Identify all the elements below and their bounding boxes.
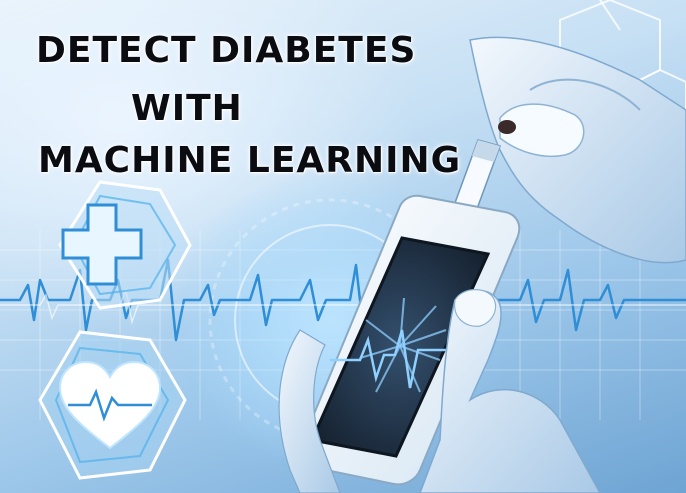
headline-line-2: WITH bbox=[131, 88, 243, 129]
scene-illustration bbox=[0, 0, 686, 493]
heart-pulse-icon bbox=[38, 330, 187, 480]
headline-line-3: MACHINE LEARNING bbox=[38, 140, 462, 181]
hero-banner: DETECT DIABETES WITH MACHINE LEARNING bbox=[0, 0, 686, 493]
headline-line-1: DETECT DIABETES bbox=[36, 30, 417, 71]
